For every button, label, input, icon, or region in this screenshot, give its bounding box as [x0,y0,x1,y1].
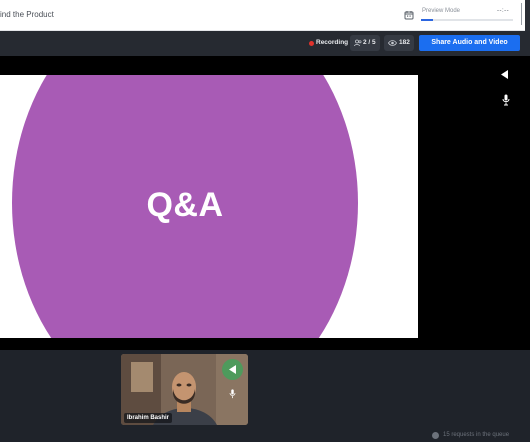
page: ind the Product Preview Mode --:-- Recor… [0,0,530,442]
calendar-icon[interactable] [404,10,414,20]
users-icon [354,39,362,47]
participants-count-badge[interactable]: 2 / 5 [350,35,380,51]
participant-speaker-button[interactable] [222,359,243,380]
preview-progress-fill [421,19,433,21]
recording-label: Recording [316,39,349,46]
preview-time: --:-- [497,8,510,14]
participant-name-tag: Ibrahim Bashir [124,413,173,423]
info-icon [432,432,439,439]
participant-microphone-icon[interactable] [229,389,236,399]
speaker-icon[interactable] [500,69,509,80]
window-edge-divider [521,3,522,25]
recording-indicator-dot [309,41,314,46]
viewers-count: 182 [399,39,410,46]
top-header: ind the Product Preview Mode --:-- [0,0,530,31]
eye-icon [388,40,397,46]
viewers-count-badge[interactable]: 182 [384,35,414,51]
event-title: ind the Product [0,10,54,19]
participants-count: 2 / 5 [363,39,376,46]
microphone-icon[interactable] [502,94,510,106]
queue-status-text: 15 requests in the queue [443,432,510,438]
preview-mode-label: Preview Mode [422,8,461,14]
share-audio-video-button[interactable]: Share Audio and Video [419,35,520,51]
slide-title: Q&A [146,186,224,224]
speaker-icon [229,365,236,374]
presentation-slide: Q&A [0,75,418,338]
preview-progress-bar [421,19,513,21]
window-edge [525,0,530,31]
participants-strip [0,350,530,442]
